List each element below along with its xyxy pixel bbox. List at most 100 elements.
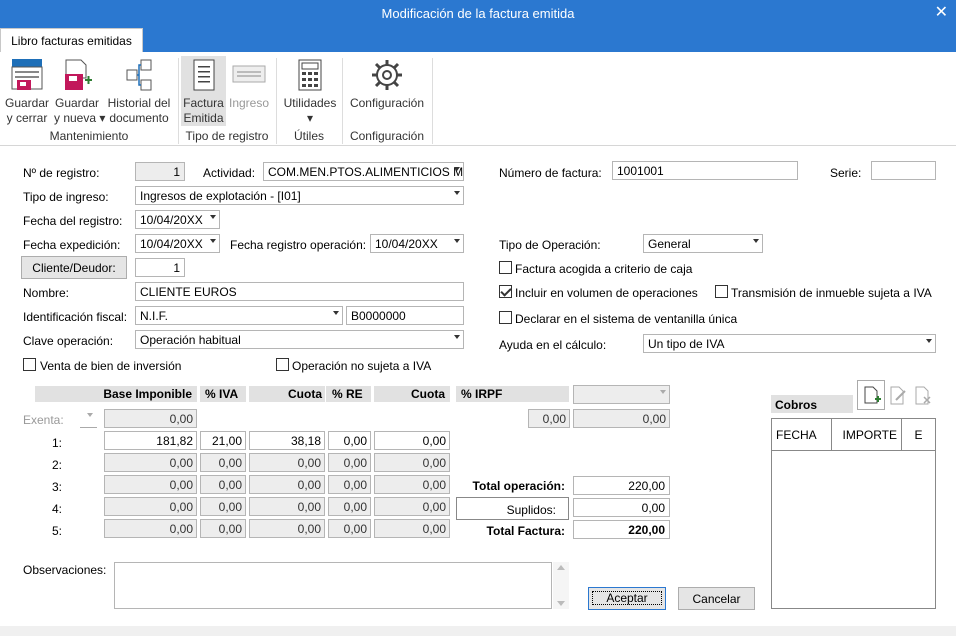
cobros-col-fecha[interactable]: FECHA	[772, 419, 832, 451]
irpf-base-field[interactable]: 0,00	[528, 409, 570, 428]
serie-field[interactable]	[871, 161, 936, 180]
tax-row-base-field[interactable]: 0,00	[104, 497, 197, 516]
cliente-deudor-button[interactable]: Cliente/Deudor:	[21, 256, 127, 279]
invoice-document-icon	[193, 59, 214, 91]
scroll-down-icon[interactable]	[557, 601, 565, 606]
delete-cobro-button[interactable]	[911, 384, 935, 408]
ventanilla-unica-checkbox[interactable]	[499, 311, 512, 324]
tax-row-iva-field[interactable]: 0,00	[200, 519, 246, 538]
tax-row-iva-field[interactable]: 0,00	[200, 497, 246, 516]
criterio-caja-checkbox[interactable]	[499, 261, 512, 274]
tax-row-cuota-re-field[interactable]: 0,00	[374, 475, 450, 494]
tab-libro-facturas[interactable]: Libro facturas emitidas	[0, 28, 143, 52]
op-no-sujeta-label: Operación no sujeta a IVA	[292, 359, 432, 373]
suplidos-field[interactable]: 0,00	[573, 498, 670, 517]
clave-label: Clave operación:	[23, 334, 114, 348]
ayuda-select[interactable]: Un tipo de IVA	[643, 334, 936, 353]
irpf-select[interactable]	[573, 385, 670, 404]
calculator-icon	[298, 59, 322, 91]
incluir-volumen-label: Incluir en volumen de operaciones	[515, 286, 698, 300]
tax-row-base-field[interactable]: 0,00	[104, 475, 197, 494]
tax-row-iva-field[interactable]: 0,00	[200, 475, 246, 494]
cobros-header-row: FECHA IMPORTE E	[772, 419, 935, 451]
tipo-ingreso-select[interactable]: Ingresos de explotación - [I01]	[135, 186, 464, 205]
tax-row-cuota-field[interactable]: 38,18	[249, 431, 325, 450]
transmision-inmueble-checkbox[interactable]	[715, 285, 728, 298]
tax-row-cuota-re-field[interactable]: 0,00	[374, 431, 450, 450]
add-cobro-button[interactable]	[857, 380, 885, 410]
numero-factura-field[interactable]: 1001001	[612, 161, 798, 180]
close-icon[interactable]: ✕	[935, 2, 948, 22]
tax-row-cuota-field[interactable]: 0,00	[249, 475, 325, 494]
configuration-button[interactable]: Configuración	[346, 58, 428, 111]
save-new-button[interactable]: Guardar y nueva ▾	[54, 58, 105, 126]
cobros-grid[interactable]: FECHA IMPORTE E	[771, 418, 936, 609]
fecha-expedicion-value: 10/04/20XX	[140, 237, 203, 251]
tax-row-cuota-field[interactable]: 0,00	[249, 497, 325, 516]
tax-row-cuota-re-field[interactable]: 0,00	[374, 519, 450, 538]
tax-row-cuota-field[interactable]: 0,00	[249, 453, 325, 472]
save-close-button[interactable]: Guardar y cerrar	[4, 58, 50, 126]
history-button[interactable]: Historial del documento	[104, 58, 174, 126]
tax-row-re-field[interactable]: 0,00	[328, 497, 371, 516]
scroll-up-icon[interactable]	[557, 565, 565, 570]
tax-row-base-field[interactable]: 181,82	[104, 431, 197, 450]
window-title: Modificación de la factura emitida	[381, 6, 575, 21]
income-button[interactable]: Ingreso	[228, 58, 270, 111]
ident-field[interactable]: B0000000	[346, 306, 464, 325]
tax-row-iva-field[interactable]: 21,00	[200, 431, 246, 450]
suplidos-button[interactable]: Suplidos:	[456, 497, 569, 520]
cancelar-button[interactable]: Cancelar	[678, 587, 755, 610]
fecha-reg-op-picker[interactable]: 10/04/20XX	[370, 234, 464, 253]
nombre-label: Nombre:	[23, 286, 70, 300]
cobros-title: Cobros	[771, 395, 853, 413]
save-close-label: Guardar y cerrar	[4, 96, 50, 125]
tax-row-re-field[interactable]: 0,00	[328, 453, 371, 472]
incluir-volumen-checkbox[interactable]	[499, 285, 512, 298]
tax-row-label: 3:	[51, 480, 62, 494]
tax-row-re-field[interactable]: 0,00	[328, 475, 371, 494]
cobros-col-e[interactable]: E	[902, 419, 935, 451]
group-maintenance: Mantenimiento	[49, 129, 129, 143]
save-new-icon	[65, 59, 92, 90]
tax-row-base-field[interactable]: 0,00	[104, 453, 197, 472]
venta-bien-label: Venta de bien de inversión	[40, 359, 182, 373]
tipo-ingreso-label: Tipo de ingreso:	[23, 190, 109, 204]
op-no-sujeta-checkbox[interactable]	[276, 358, 289, 371]
total-operacion-field[interactable]: 220,00	[573, 476, 670, 495]
clave-select[interactable]: Operación habitual	[135, 330, 464, 349]
exenta-select[interactable]	[80, 409, 97, 428]
actividad-select[interactable]: COM.MEN.PTOS.ALIMENTICIOS ME	[263, 162, 464, 181]
irpf-value-field[interactable]: 0,00	[573, 409, 670, 428]
venta-bien-checkbox[interactable]	[23, 358, 36, 371]
tax-row-re-field[interactable]: 0,00	[328, 519, 371, 538]
utilities-button[interactable]: Utilidades ▾	[280, 58, 340, 126]
fecha-expedicion-picker[interactable]: 10/04/20XX	[135, 234, 220, 253]
fecha-reg-op-value: 10/04/20XX	[375, 237, 438, 251]
observaciones-scrollbar[interactable]	[553, 562, 569, 609]
observaciones-textarea[interactable]	[114, 562, 552, 609]
total-factura-field[interactable]: 220,00	[573, 520, 670, 539]
ident-type-select[interactable]: N.I.F.	[135, 306, 343, 325]
tax-row-cuota-re-field[interactable]: 0,00	[374, 453, 450, 472]
tax-row-label: 4:	[51, 502, 62, 516]
chevron-down-icon	[454, 239, 460, 243]
edit-cobro-button[interactable]	[886, 384, 910, 408]
tax-row-re-field[interactable]: 0,00	[328, 431, 371, 450]
fecha-registro-picker[interactable]: 10/04/20XX	[135, 210, 220, 229]
registro-field[interactable]: 1	[135, 162, 185, 181]
delete-document-icon	[915, 386, 931, 405]
invoice-issued-button[interactable]: Factura Emitida	[181, 56, 226, 126]
cobros-col-importe[interactable]: IMPORTE	[832, 419, 902, 451]
aceptar-button[interactable]: Aceptar	[588, 587, 666, 610]
tax-row-iva-field[interactable]: 0,00	[200, 453, 246, 472]
header-base: Base Imponible	[35, 386, 197, 402]
tax-row-cuota-field[interactable]: 0,00	[249, 519, 325, 538]
nombre-field[interactable]: CLIENTE EUROS	[135, 282, 464, 301]
tax-row-base-field[interactable]: 0,00	[104, 519, 197, 538]
tipo-operacion-select[interactable]: General	[643, 234, 763, 253]
exenta-base-field[interactable]: 0,00	[104, 409, 197, 428]
tax-row-cuota-re-field[interactable]: 0,00	[374, 497, 450, 516]
cliente-field[interactable]: 1	[135, 258, 185, 277]
tax-row-label: 5:	[51, 524, 62, 538]
